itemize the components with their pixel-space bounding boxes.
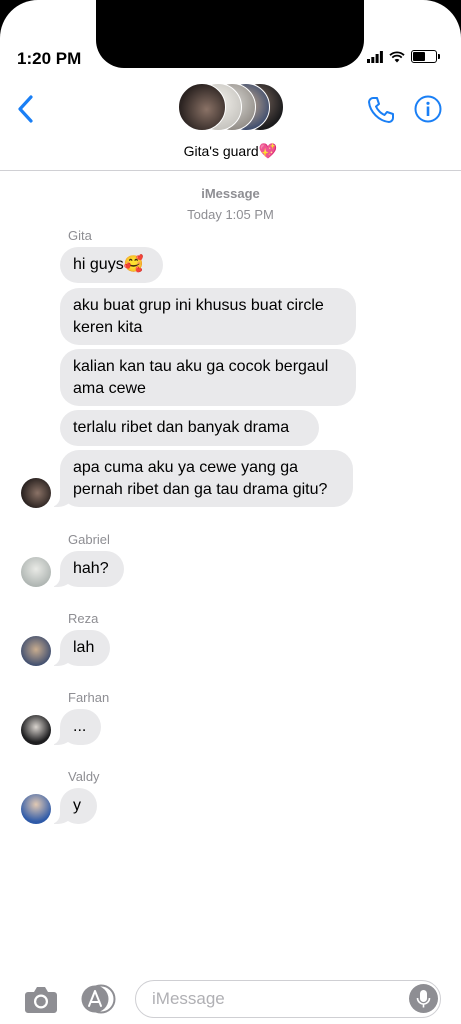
- group-name-text: Gita's guard: [183, 143, 259, 159]
- app-store-icon[interactable]: [80, 984, 116, 1014]
- avatar: [178, 83, 226, 131]
- message-bubble[interactable]: lah: [50, 630, 110, 666]
- avatar[interactable]: [21, 478, 51, 508]
- message-bubble[interactable]: ...: [50, 709, 101, 745]
- device-notch: [96, 0, 364, 68]
- avatar[interactable]: [21, 557, 51, 587]
- message-bubble[interactable]: terlalu ribet dan banyak drama: [60, 410, 319, 446]
- back-chevron-icon[interactable]: [14, 94, 42, 124]
- message-bubble[interactable]: hi guys🥰: [60, 247, 163, 283]
- message-bubble[interactable]: hah?: [50, 551, 124, 587]
- message-input[interactable]: iMessage: [135, 980, 441, 1018]
- status-icons: [367, 50, 440, 63]
- sender-name: Reza: [68, 611, 99, 626]
- service-label: iMessage: [201, 186, 260, 201]
- info-icon[interactable]: [414, 95, 442, 123]
- message-bubble[interactable]: aku buat grup ini khusus buat circle ker…: [60, 288, 356, 345]
- messages-screen: 1:20 PM Gita's guard💖 iMessage Today 1:0…: [0, 0, 461, 1024]
- group-name-label[interactable]: Gita's guard💖: [0, 142, 461, 160]
- group-avatar-stack[interactable]: [178, 83, 284, 131]
- avatar[interactable]: [21, 794, 51, 824]
- message-bubble[interactable]: apa cuma aku ya cewe yang ga pernah ribe…: [50, 450, 353, 507]
- message-placeholder: iMessage: [152, 989, 225, 1008]
- sender-name: Gabriel: [68, 532, 110, 547]
- sender-name: Gita: [68, 228, 92, 243]
- thread-timestamp: Today 1:05 PM: [187, 207, 274, 222]
- avatar[interactable]: [21, 636, 51, 666]
- camera-icon[interactable]: [24, 984, 58, 1014]
- battery-icon: [411, 50, 440, 63]
- composer-bar: iMessage: [0, 976, 461, 1024]
- group-name-emoji: 💖: [258, 143, 278, 160]
- wifi-icon: [389, 50, 405, 62]
- signal-icon: [367, 50, 383, 63]
- microphone-icon: [416, 990, 431, 1008]
- conversation-header: Gita's guard💖: [0, 78, 461, 171]
- phone-icon[interactable]: [365, 94, 397, 126]
- sender-name: Valdy: [68, 769, 100, 784]
- status-time: 1:20 PM: [17, 49, 82, 68]
- message-bubble[interactable]: y: [50, 788, 97, 824]
- microphone-button[interactable]: [409, 984, 438, 1013]
- message-bubble[interactable]: kalian kan tau aku ga cocok bergaul ama …: [60, 349, 356, 406]
- sender-name: Farhan: [68, 690, 110, 705]
- avatar[interactable]: [21, 715, 51, 745]
